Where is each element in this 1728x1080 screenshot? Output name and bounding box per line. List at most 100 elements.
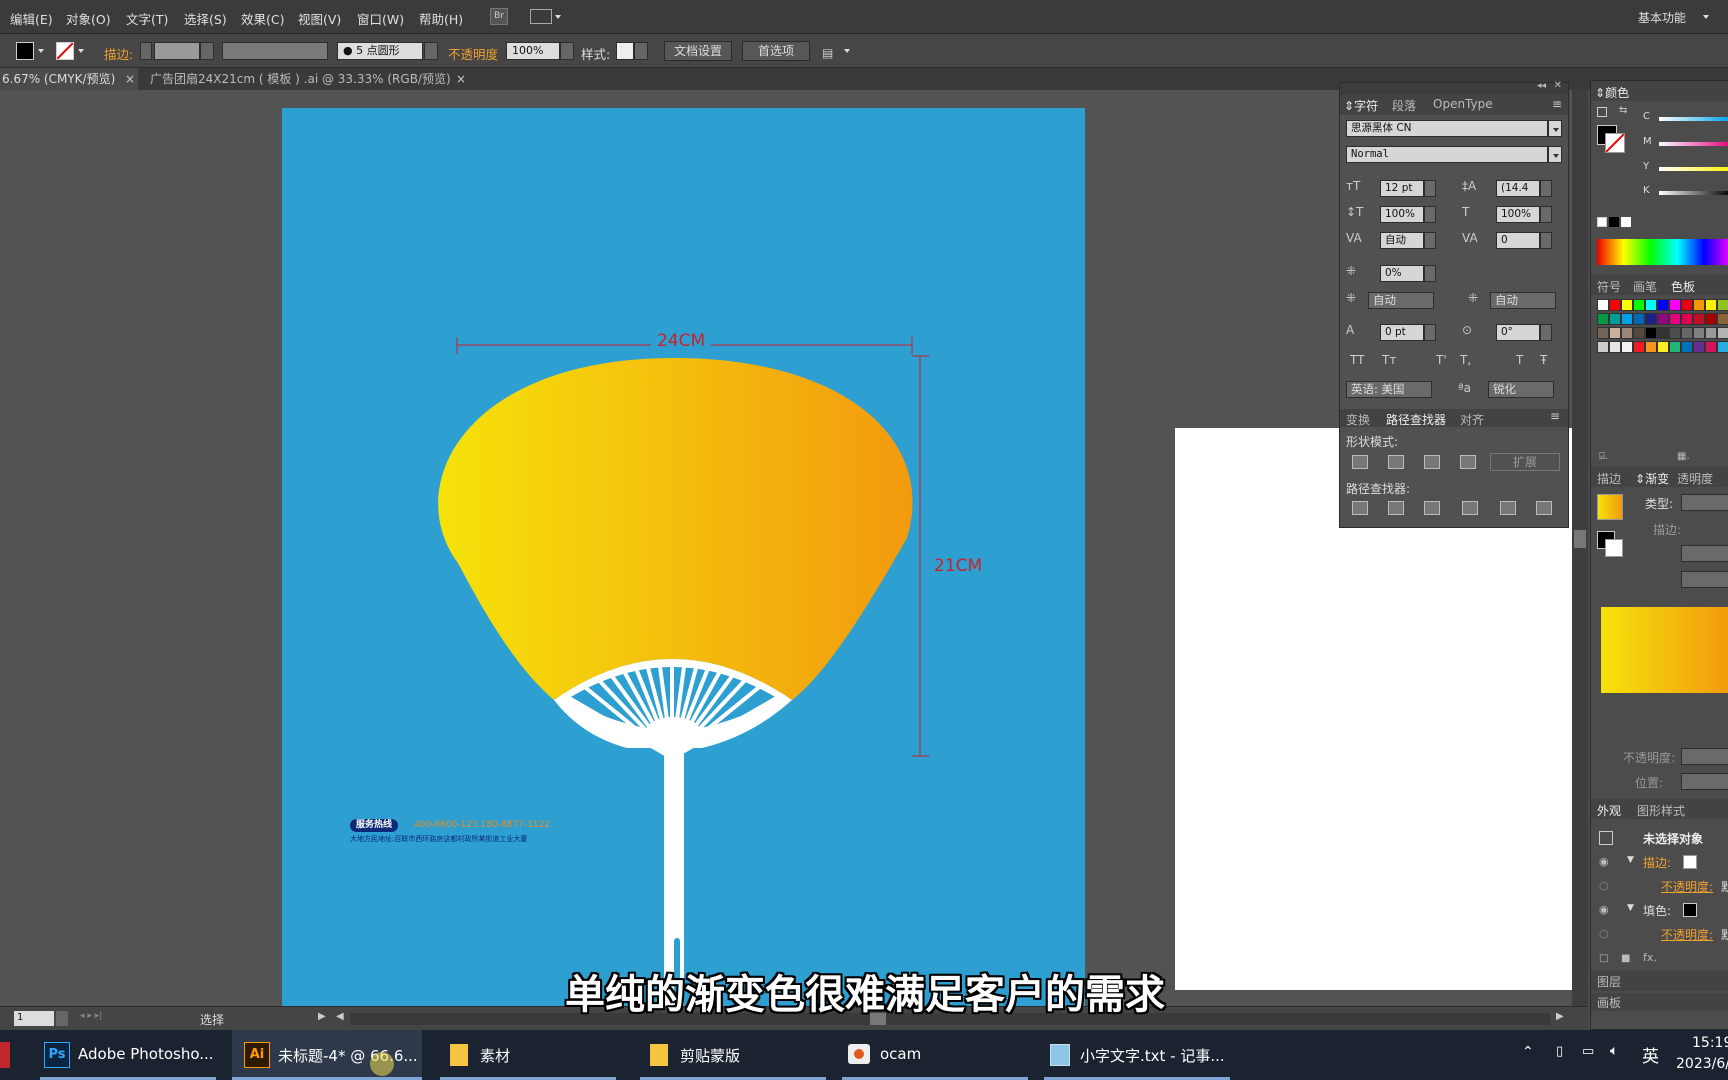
swatch[interactable] bbox=[1609, 327, 1621, 339]
vertical-scale-dropdown[interactable] bbox=[1424, 206, 1436, 223]
swatch[interactable] bbox=[1645, 313, 1657, 325]
trim-icon[interactable] bbox=[1388, 501, 1404, 515]
tab-appearance[interactable]: 外观 bbox=[1597, 802, 1621, 819]
tab-gradient[interactable]: ⇕渐变 bbox=[1635, 470, 1669, 487]
swatch[interactable] bbox=[1597, 299, 1609, 311]
task-notepad[interactable]: 小字文字.txt - 记事... bbox=[1044, 1030, 1234, 1080]
swatch[interactable] bbox=[1621, 313, 1633, 325]
channel-c-slider[interactable] bbox=[1659, 117, 1728, 121]
start-edge-icon[interactable] bbox=[0, 1042, 10, 1068]
rotation-field[interactable]: 0° bbox=[1496, 324, 1540, 341]
gradient-angle-field[interactable] bbox=[1681, 545, 1728, 562]
bridge-icon[interactable]: Br bbox=[490, 8, 508, 25]
menu-edit[interactable]: 编辑(E) bbox=[10, 9, 53, 28]
close-icon[interactable]: × bbox=[456, 68, 466, 90]
swatch[interactable] bbox=[1693, 313, 1705, 325]
close-icon[interactable]: × bbox=[125, 68, 135, 90]
eye-icon[interactable]: ○ bbox=[1599, 879, 1609, 892]
task-photoshop[interactable]: Ps Adobe Photosho... bbox=[40, 1030, 220, 1080]
appearance-opacity-link-2[interactable]: 不透明度: bbox=[1661, 926, 1713, 943]
swatch[interactable] bbox=[1609, 313, 1621, 325]
clock-date[interactable]: 2023/6/ bbox=[1676, 1056, 1728, 1072]
appearance-opacity-link-1[interactable]: 不透明度: bbox=[1661, 878, 1713, 895]
task-folder-materials[interactable]: 素材 bbox=[440, 1030, 620, 1080]
appearance-stroke-swatch[interactable] bbox=[1683, 855, 1697, 869]
swatch[interactable] bbox=[1633, 313, 1645, 325]
tsume-dropdown[interactable] bbox=[1424, 265, 1436, 282]
show-kinds-icon[interactable]: ▦. bbox=[1677, 451, 1690, 462]
swatch[interactable] bbox=[1681, 299, 1693, 311]
swatch[interactable] bbox=[1621, 341, 1633, 353]
swatch-library-icon[interactable]: ⌸. bbox=[1599, 451, 1608, 462]
tab-pathfinder[interactable]: 路径查找器 bbox=[1386, 411, 1446, 428]
tab-align[interactable]: 对齐 bbox=[1460, 411, 1484, 428]
volume-icon[interactable]: 🔈︎ bbox=[1610, 1043, 1618, 1059]
scrollbar-thumb[interactable] bbox=[1574, 530, 1586, 548]
task-folder-clipping-mask[interactable]: 剪贴蒙版 bbox=[640, 1030, 830, 1080]
kerning-dropdown[interactable] bbox=[1424, 232, 1436, 249]
swatch[interactable] bbox=[1609, 299, 1621, 311]
tab-brushes[interactable]: 画笔 bbox=[1633, 278, 1657, 295]
none-swatch[interactable] bbox=[1597, 217, 1607, 227]
tracking-dropdown[interactable] bbox=[1540, 232, 1552, 249]
scroll-right-icon[interactable]: ▶ bbox=[1556, 1011, 1564, 1022]
close-icon[interactable]: ✕ bbox=[1554, 80, 1562, 91]
white-swatch[interactable] bbox=[1621, 217, 1631, 227]
subscript-icon[interactable]: T, bbox=[1460, 353, 1471, 367]
antialias-dropdown[interactable]: 锐化 bbox=[1488, 381, 1554, 398]
default-colors-icon[interactable] bbox=[1597, 107, 1607, 117]
eye-icon[interactable]: ◉ bbox=[1599, 903, 1609, 916]
arrange-icon[interactable]: ▤ bbox=[822, 46, 833, 60]
aki-right-dropdown[interactable]: 自动 bbox=[1490, 292, 1556, 309]
add-stroke-icon[interactable]: □ bbox=[1599, 953, 1608, 964]
font-size-field[interactable]: 12 pt bbox=[1380, 180, 1424, 197]
swatch[interactable] bbox=[1633, 341, 1645, 353]
menu-select[interactable]: 选择(S) bbox=[184, 9, 227, 28]
gradient-type-dropdown[interactable] bbox=[1681, 494, 1728, 511]
expand-button[interactable]: 扩展 bbox=[1490, 453, 1560, 471]
disclosure-triangle-icon[interactable]: ▼ bbox=[1627, 855, 1634, 865]
unite-icon[interactable] bbox=[1352, 455, 1368, 469]
swatch[interactable] bbox=[1621, 299, 1633, 311]
swatch[interactable] bbox=[1705, 313, 1717, 325]
appearance-stroke-label[interactable]: 描边: bbox=[1643, 854, 1671, 871]
swatch[interactable] bbox=[1657, 299, 1669, 311]
task-ocam[interactable]: ocam bbox=[842, 1030, 1032, 1080]
workspace-switcher[interactable]: 基本功能 bbox=[1638, 9, 1686, 26]
tab-character[interactable]: ⇕字符 bbox=[1344, 97, 1378, 114]
minus-back-icon[interactable] bbox=[1536, 501, 1552, 515]
add-effect-icon[interactable]: fx. bbox=[1643, 951, 1657, 964]
swatch[interactable] bbox=[1633, 327, 1645, 339]
style-swatch[interactable] bbox=[616, 42, 634, 60]
font-family-dropdown[interactable] bbox=[1548, 120, 1562, 137]
font-family-field[interactable]: 思源黑体 CN bbox=[1346, 120, 1548, 137]
panel-menu-icon[interactable]: ≡ bbox=[1552, 97, 1562, 111]
tab-paragraph[interactable]: 段落 bbox=[1392, 97, 1416, 114]
gradient-thumbnail[interactable] bbox=[1597, 494, 1623, 520]
eye-icon[interactable]: ◉ bbox=[1599, 855, 1609, 868]
tab-untitled[interactable]: 6.67% (CMYK/预览) × bbox=[0, 68, 138, 90]
chevron-up-icon[interactable]: ⌃ bbox=[1522, 1044, 1534, 1060]
color-spectrum[interactable] bbox=[1597, 239, 1728, 265]
swatch[interactable] bbox=[1621, 327, 1633, 339]
swatch[interactable] bbox=[1597, 327, 1609, 339]
swatch[interactable] bbox=[1681, 341, 1693, 353]
font-style-dropdown[interactable] bbox=[1548, 146, 1562, 163]
swatch[interactable] bbox=[1669, 313, 1681, 325]
swatch-grid[interactable] bbox=[1597, 299, 1728, 395]
black-swatch[interactable] bbox=[1609, 217, 1619, 227]
small-caps-icon[interactable]: Tт bbox=[1382, 353, 1396, 367]
swatch[interactable] bbox=[1597, 341, 1609, 353]
variable-width-dropdown[interactable] bbox=[222, 42, 328, 60]
stroke-weight-dropdown[interactable] bbox=[200, 42, 214, 60]
gradient-stroke-box[interactable] bbox=[1605, 539, 1623, 557]
artboard[interactable]: 24CM 21CM 服务热线 400-6800-123 180-8877-112… bbox=[282, 108, 1085, 1008]
swatch[interactable] bbox=[1597, 313, 1609, 325]
task-illustrator[interactable]: Ai 未标题-4* @ 66.6... bbox=[232, 1030, 422, 1080]
tsume-field[interactable]: 0% bbox=[1380, 265, 1424, 282]
style-dropdown[interactable] bbox=[634, 42, 648, 60]
opacity-field[interactable]: 100% bbox=[506, 42, 560, 60]
superscript-icon[interactable]: T' bbox=[1436, 353, 1447, 367]
strikethrough-icon[interactable]: Ŧ bbox=[1540, 353, 1547, 367]
tab-artboards[interactable]: 画板 bbox=[1597, 994, 1621, 1011]
